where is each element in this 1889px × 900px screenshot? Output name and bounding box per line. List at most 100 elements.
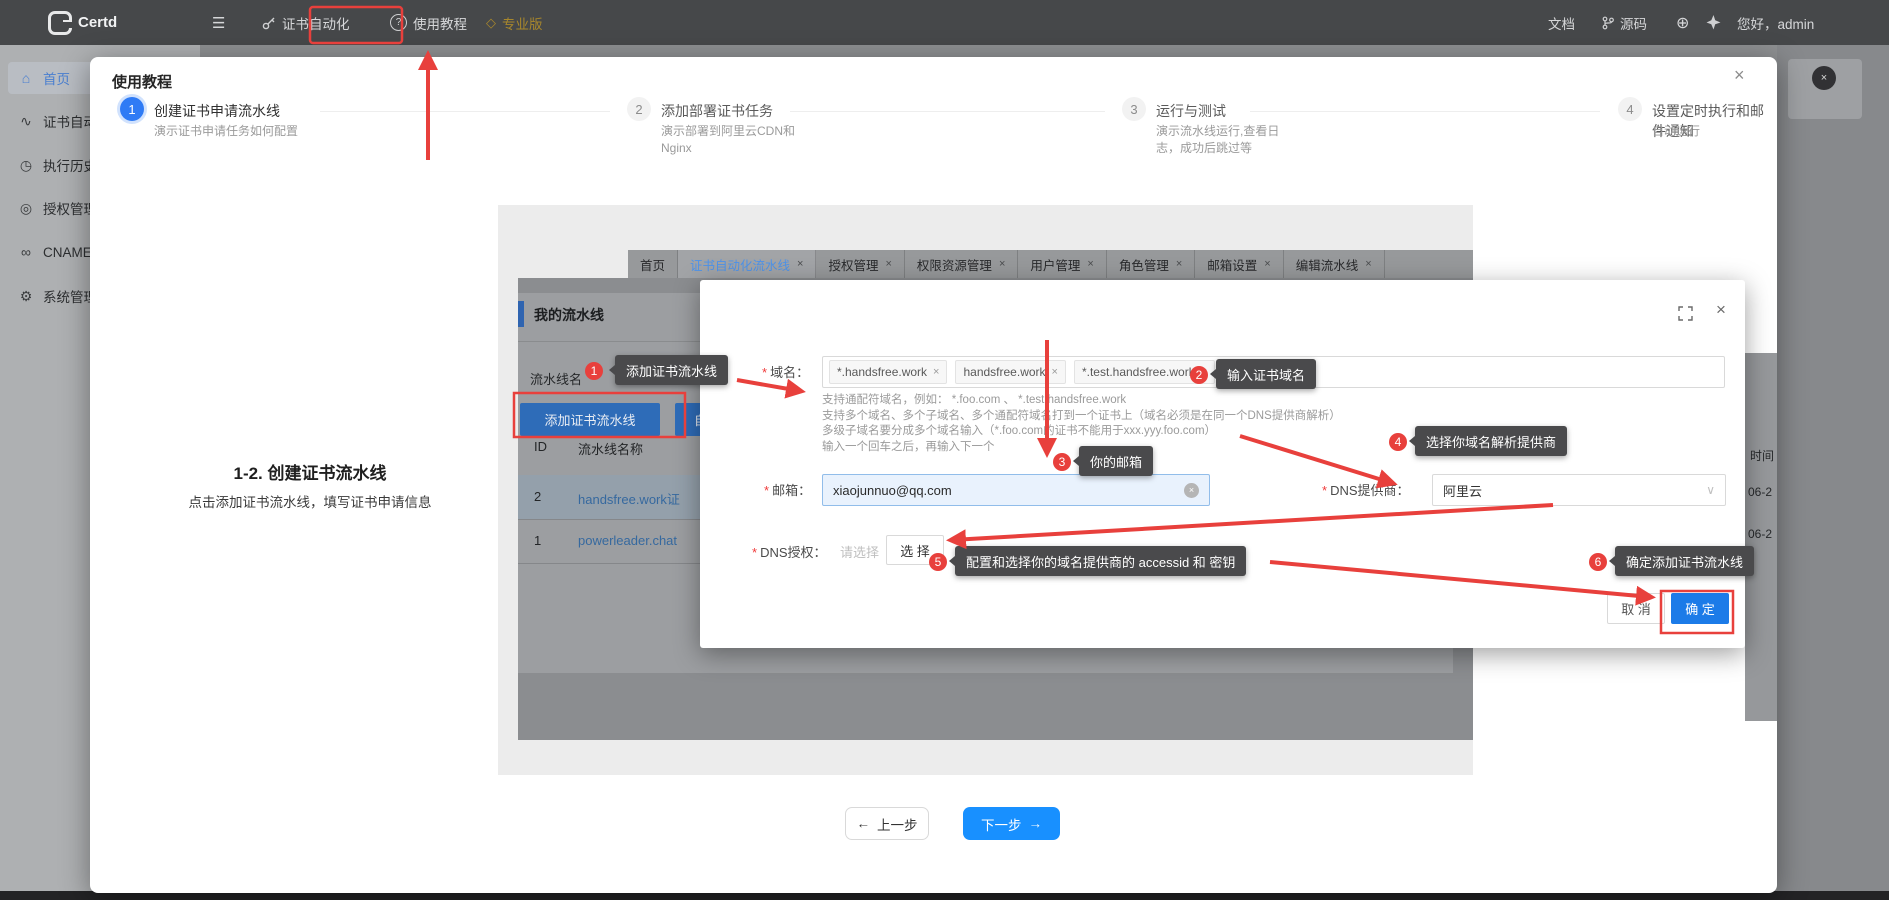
menu-cert-automation[interactable]: 证书自动化 [262,0,350,45]
tab-close-icon[interactable]: × [999,258,1005,270]
tab-close-icon[interactable]: × [885,258,891,270]
modal-close-icon[interactable]: × [1734,65,1745,86]
chevron-down-icon: ∨ [1706,483,1715,497]
modal-title: 使用教程 [112,71,172,92]
demo-tab-home[interactable]: 首页 [628,250,678,278]
filter-label: 流水线名 [530,369,582,388]
sidebar-item-label: CNAME [43,245,92,260]
tab-close-icon[interactable]: × [1087,258,1093,270]
sidebar-item-label: 首页 [43,68,70,88]
step-3-title: 运行与测试 [1156,101,1226,121]
menu-docs[interactable]: 文档 [1548,0,1575,45]
diamond-icon: ◇ [486,15,496,31]
fold-icon: ☰ [212,14,225,32]
sidebar-item-label: 系统管理 [43,286,97,306]
menu-tutorial[interactable]: ? 使用教程 [390,0,467,45]
email-value: xiaojunnuo@qq.com [833,483,1184,498]
demo-tab-users[interactable]: 用户管理× [1018,250,1106,278]
time-cell: 06-2 [1748,485,1772,499]
time-cell: 06-2 [1748,527,1772,541]
domain-label: *域名： [762,362,809,381]
demo-tab-authorization[interactable]: 授权管理× [816,250,904,278]
row-id: 1 [534,533,541,548]
column-header-name: 流水线名称 [578,439,643,458]
sidebar-item-label: 执行历史 [43,155,97,175]
demo-tab-permissions[interactable]: 权限资源管理× [905,250,1018,278]
domain-tag[interactable]: handsfree.work× [955,360,1065,384]
arrow-left-icon: ← [857,816,871,831]
demo-page-title: 我的流水线 [534,305,604,325]
tab-close-icon[interactable]: × [1176,258,1182,270]
clock-icon: ◷ [18,157,34,174]
docs-label: 文档 [1548,13,1575,33]
pipeline-link[interactable]: handsfree.work证 [578,489,680,508]
tab-close-icon[interactable]: × [1264,258,1270,270]
tag-close-icon[interactable]: × [933,366,939,378]
tag-close-icon[interactable]: × [1052,366,1058,378]
step-3-circle: 3 [1122,97,1146,121]
step-2-desc: 演示部署到阿里云CDN和Nginx [661,123,813,157]
fullscreen-icon[interactable] [1678,306,1693,321]
question-circle-icon: ? [390,14,407,31]
theme-button[interactable] [1706,0,1721,45]
demo-time-column: 时间 06-2 06-2 [1745,353,1777,721]
step-1-circle: 1 [120,97,144,121]
email-input[interactable]: xiaojunnuo@qq.com × [822,474,1210,506]
close-circle-icon[interactable]: × [1812,66,1836,90]
domain-tag[interactable]: *.handsfree.work× [829,360,947,384]
logo-icon [48,11,72,35]
column-header-id: ID [534,439,547,454]
row-id: 2 [534,489,541,504]
demo-tab-roles[interactable]: 角色管理× [1107,250,1195,278]
domain-help-text: 支持通配符域名，例如： *.foo.com 、 *.test.handsfree… [822,393,1341,455]
pipeline-link[interactable]: powerleader.chat [578,533,677,548]
menu-source[interactable]: 源码 [1602,0,1647,45]
confirm-button[interactable]: 确 定 [1671,593,1729,624]
top-bar: Certd ☰ 证书自动化 ? 使用教程 ◇ 专业版 文档 源码 ⊕ 您好，ad… [0,0,1889,45]
chart-icon: ∿ [18,113,34,130]
menu-cert-label: 证书自动化 [282,13,350,33]
step-connector [1250,111,1600,112]
step-2-title: 添加部署证书任务 [661,101,773,121]
next-step-button[interactable]: 下一步→ [963,807,1060,840]
language-button[interactable]: ⊕ [1676,0,1689,45]
tutorial-modal: 使用教程 × 1 创建证书申请流水线 演示证书申请任务如何配置 2 添加部署证书… [90,57,1777,893]
choose-button[interactable]: 选 择 [886,535,944,565]
email-label: *邮箱： [764,480,811,499]
git-branch-icon [1602,16,1614,30]
step-1-desc: 演示证书申请任务如何配置 [154,123,302,140]
domain-tags-input[interactable]: *.handsfree.work× handsfree.work× *.test… [822,356,1725,388]
add-pipeline-dialog: × *域名： *.handsfree.work× handsfree.work×… [700,280,1745,648]
step-1-title: 创建证书申请流水线 [154,101,280,121]
dns-provider-value: 阿里云 [1443,481,1706,500]
add-pipeline-button[interactable]: 添加证书流水线 [520,403,660,436]
source-label: 源码 [1620,13,1647,33]
globe-icon: ⊕ [1676,13,1689,33]
tab-close-icon[interactable]: × [1365,258,1371,270]
dns-auth-label: *DNS授权： [752,542,827,561]
tag-close-icon[interactable]: × [1201,366,1207,378]
demo-tab-pipelines[interactable]: 证书自动化流水线× [678,250,816,278]
arrow-right-icon: → [1029,816,1043,831]
step-2-circle: 2 [627,97,651,121]
sidebar-item-label: 授权管理 [43,198,97,218]
demo-tab-edit-pipeline[interactable]: 编辑流水线× [1284,250,1385,278]
link-icon: ∞ [18,244,34,260]
sidebar-fold-button[interactable]: ☰ [212,0,225,45]
demo-tab-mail[interactable]: 邮箱设置× [1195,250,1283,278]
dns-provider-label: *DNS提供商： [1322,480,1410,499]
app-logo[interactable]: Certd [48,0,117,45]
demo-bottom-band [498,745,1473,775]
dialog-close-icon[interactable]: × [1716,300,1726,320]
tab-close-icon[interactable]: × [797,258,803,270]
domain-tag[interactable]: *.test.handsfree.work× [1074,360,1215,384]
prev-step-button[interactable]: ←上一步 [845,807,929,840]
gear-icon: ⚙ [18,288,34,305]
dns-provider-select[interactable]: 阿里云 ∨ [1432,474,1726,506]
step-connector [320,111,610,112]
clear-icon[interactable]: × [1184,483,1199,498]
menu-pro[interactable]: ◇ 专业版 [486,0,543,45]
user-greeting[interactable]: 您好，admin [1737,0,1814,45]
cancel-button[interactable]: 取 消 [1607,593,1665,624]
section-title: 1-2. 创建证书流水线 [90,459,530,484]
